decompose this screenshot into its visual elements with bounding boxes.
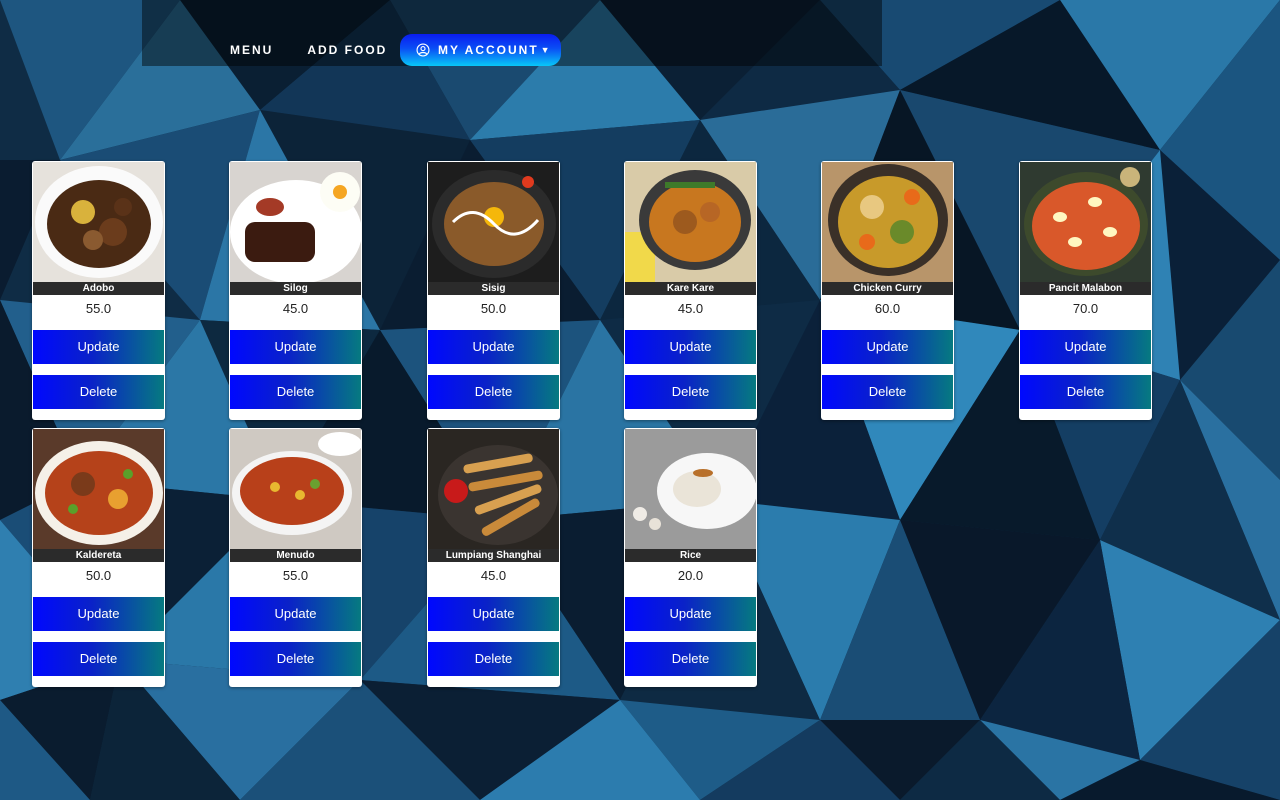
food-photo-adobo [33, 162, 164, 283]
food-price: 45.0 [677, 301, 704, 316]
caret-down-icon: ▼ [540, 45, 550, 55]
food-name: Lumpiang Shanghai [428, 549, 559, 562]
food-card: Silog 45.0 Update Delete [229, 161, 362, 420]
food-price: 50.0 [480, 301, 507, 316]
food-photo-pancit-malabon [1020, 162, 1151, 283]
update-button[interactable]: Update [230, 330, 361, 364]
food-photo-kaldereta [33, 429, 164, 550]
food-price: 55.0 [85, 301, 112, 316]
delete-button[interactable]: Delete [1020, 375, 1151, 409]
food-card: Lumpiang Shanghai 45.0 Update Delete [427, 428, 560, 687]
food-price: 20.0 [677, 568, 704, 583]
nav-links: MENU ADD FOOD [230, 34, 421, 66]
delete-button[interactable]: Delete [625, 642, 756, 676]
food-price: 50.0 [85, 568, 112, 583]
update-button[interactable]: Update [33, 330, 164, 364]
food-price: 70.0 [1072, 301, 1099, 316]
update-button[interactable]: Update [625, 597, 756, 631]
food-card: Kare Kare 45.0 Update Delete [624, 161, 757, 420]
update-button[interactable]: Update [428, 330, 559, 364]
update-button[interactable]: Update [1020, 330, 1151, 364]
user-circle-icon [416, 43, 430, 57]
nav-add-food-link[interactable]: ADD FOOD [307, 43, 387, 57]
food-name: Menudo [230, 549, 361, 562]
food-name: Silog [230, 282, 361, 295]
food-photo-rice [625, 429, 756, 550]
food-card: Rice 20.0 Update Delete [624, 428, 757, 687]
food-card: Pancit Malabon 70.0 Update Delete [1019, 161, 1152, 420]
food-price: 55.0 [282, 568, 309, 583]
food-name: Kaldereta [33, 549, 164, 562]
nav-menu-link[interactable]: MENU [230, 43, 273, 57]
food-photo-lumpiang-shanghai [428, 429, 559, 550]
food-photo-chicken-curry [822, 162, 953, 283]
delete-button[interactable]: Delete [822, 375, 953, 409]
food-photo-menudo [230, 429, 361, 550]
food-name: Pancit Malabon [1020, 282, 1151, 295]
food-price: 45.0 [480, 568, 507, 583]
food-name: Kare Kare [625, 282, 756, 295]
update-button[interactable]: Update [625, 330, 756, 364]
delete-button[interactable]: Delete [428, 642, 559, 676]
food-price: 45.0 [282, 301, 309, 316]
delete-button[interactable]: Delete [230, 375, 361, 409]
food-price: 60.0 [874, 301, 901, 316]
food-card: Kaldereta 50.0 Update Delete [32, 428, 165, 687]
my-account-dropdown-button[interactable]: MY ACCOUNT ▼ [400, 34, 561, 66]
food-photo-kare-kare [625, 162, 756, 283]
food-name: Sisig [428, 282, 559, 295]
food-photo-sisig [428, 162, 559, 283]
food-name: Adobo [33, 282, 164, 295]
my-account-label: MY ACCOUNT [438, 43, 539, 57]
delete-button[interactable]: Delete [33, 642, 164, 676]
update-button[interactable]: Update [33, 597, 164, 631]
delete-button[interactable]: Delete [625, 375, 756, 409]
food-card: Chicken Curry 60.0 Update Delete [821, 161, 954, 420]
food-photo-silog [230, 162, 361, 283]
update-button[interactable]: Update [230, 597, 361, 631]
delete-button[interactable]: Delete [230, 642, 361, 676]
delete-button[interactable]: Delete [33, 375, 164, 409]
food-card: Menudo 55.0 Update Delete [229, 428, 362, 687]
food-card: Sisig 50.0 Update Delete [427, 161, 560, 420]
food-card: Adobo 55.0 Update Delete [32, 161, 165, 420]
food-name: Rice [625, 549, 756, 562]
update-button[interactable]: Update [428, 597, 559, 631]
food-name: Chicken Curry [822, 282, 953, 295]
update-button[interactable]: Update [822, 330, 953, 364]
top-navbar: MENU ADD FOOD MY ACCOUNT ▼ [142, 0, 882, 66]
delete-button[interactable]: Delete [428, 375, 559, 409]
